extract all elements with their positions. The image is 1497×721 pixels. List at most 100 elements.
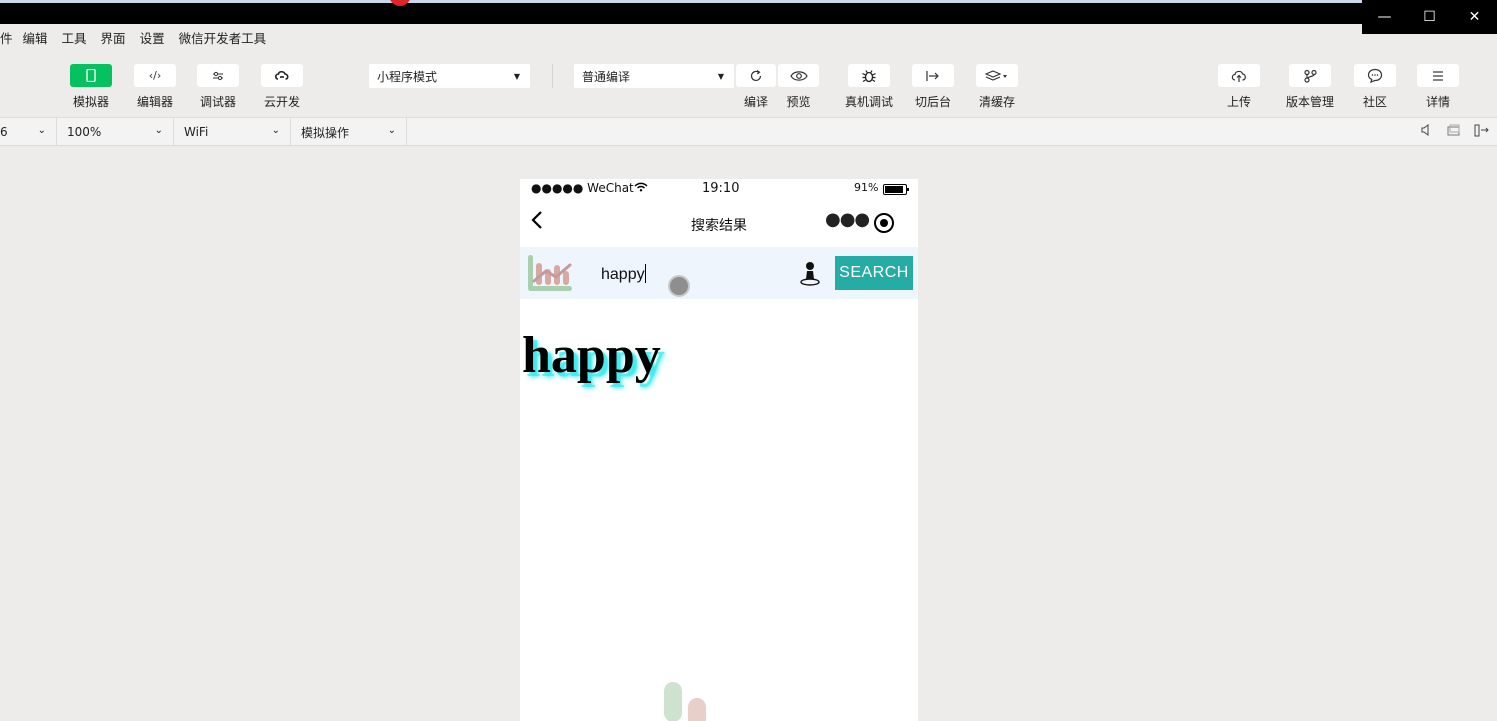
minimize-button[interactable]: — xyxy=(1362,0,1407,34)
simulator-button[interactable]: 模拟器 xyxy=(70,64,112,110)
compile-mode-value: 普通编译 xyxy=(582,69,631,84)
search-button[interactable]: SEARCH xyxy=(835,256,913,290)
volume-icon[interactable] xyxy=(1421,124,1431,139)
community-button[interactable]: 社区 xyxy=(1354,64,1396,110)
clear-cache-label: 清缓存 xyxy=(978,95,1015,109)
background-label: 切后台 xyxy=(914,95,951,109)
refresh-icon xyxy=(736,64,776,87)
touch-cursor xyxy=(668,275,690,297)
result-word: happy xyxy=(522,327,661,384)
editor-button[interactable]: ‹/› 编辑器 xyxy=(134,64,176,110)
caret-down-icon: ▼ xyxy=(513,72,520,81)
exit-arrow-icon xyxy=(912,64,954,87)
version-button[interactable]: 版本管理 xyxy=(1286,64,1334,110)
bug-icon xyxy=(848,64,890,87)
menu-devtools[interactable]: 微信开发者工具 xyxy=(179,28,267,47)
preview-label: 预览 xyxy=(786,95,811,109)
cloud-upload-icon xyxy=(1218,64,1260,87)
search-input[interactable]: happy xyxy=(601,264,646,284)
menu-file[interactable]: 件 xyxy=(0,28,13,47)
debugger-label: 调试器 xyxy=(199,95,236,109)
chevron-down-icon: ⌄ xyxy=(271,125,280,136)
compile-label: 编译 xyxy=(743,95,768,109)
menu-tools[interactable]: 工具 xyxy=(62,28,87,47)
wifi-icon xyxy=(634,181,648,195)
sliders-icon xyxy=(197,64,239,87)
menu-edit[interactable]: 编辑 xyxy=(23,28,48,47)
device-value: 6 xyxy=(0,125,8,139)
minimize-icon: — xyxy=(1377,9,1392,25)
remote-debug-button[interactable]: 真机调试 xyxy=(845,64,893,110)
background-button[interactable]: 切后台 xyxy=(912,64,954,110)
close-icon: ✕ xyxy=(1468,9,1481,25)
close-button[interactable]: ✕ xyxy=(1452,0,1497,34)
chevron-down-icon: ⌄ xyxy=(387,125,396,136)
status-time: 19:10 xyxy=(702,181,740,196)
details-label: 详情 xyxy=(1425,95,1450,109)
device-select[interactable]: 6 ⌄ xyxy=(0,118,57,146)
chevron-down-icon: ⌄ xyxy=(154,125,163,136)
search-input-text: happy xyxy=(601,266,645,283)
network-select[interactable]: WiFi ⌄ xyxy=(174,118,291,146)
person-pin-icon[interactable] xyxy=(800,261,820,287)
main-toolbar: 模拟器 ‹/› 编辑器 调试器 云开发 小程序模式 ▼ 普通编译 ▼ 编译 预览 xyxy=(0,50,1497,118)
cloud-dev-button[interactable]: 云开发 xyxy=(261,64,303,110)
window-titlebar xyxy=(0,0,1497,24)
cloud-dev-label: 云开发 xyxy=(263,95,300,109)
compile-button[interactable]: 编译 xyxy=(736,64,776,110)
more-dots-icon[interactable]: ●●● xyxy=(825,209,870,230)
phone-simulator: ●●●●● WeChat 19:10 91% 搜索结果 ●●● happy SE xyxy=(520,179,918,721)
mode-select[interactable]: 小程序模式 ▼ xyxy=(369,64,530,88)
titlebar-accent-line xyxy=(0,0,1497,3)
eye-icon xyxy=(778,64,819,87)
battery-percent: 91% xyxy=(854,181,879,194)
simulator-options-bar: 6 ⌄ 100% ⌄ WiFi ⌄ 模拟操作 ⌄ xyxy=(0,117,1497,146)
mode-select-value: 小程序模式 xyxy=(377,69,438,84)
debugger-button[interactable]: 调试器 xyxy=(197,64,239,110)
simulate-ops-value: 模拟操作 xyxy=(301,125,350,140)
record-indicator xyxy=(389,0,411,6)
carrier-text: ●●●●● WeChat xyxy=(531,181,634,195)
preview-button[interactable]: 预览 xyxy=(778,64,819,110)
upload-button[interactable]: 上传 xyxy=(1218,64,1260,110)
caret-down-icon: ▼ xyxy=(717,72,724,81)
text-caret xyxy=(644,264,646,283)
capsule-close-icon[interactable] xyxy=(874,213,894,233)
decorative-bars-icon xyxy=(664,682,706,721)
chart-logo-icon xyxy=(528,255,572,291)
menu-bar: 件 编辑 工具 界面 设置 微信开发者工具 xyxy=(0,24,1362,50)
branch-icon xyxy=(1289,64,1331,87)
search-bar: happy SEARCH xyxy=(520,247,918,299)
phone-nav-bar: 搜索结果 ●●● xyxy=(520,203,918,245)
version-label: 版本管理 xyxy=(1286,95,1335,109)
phone-status-bar: ●●●●● WeChat 19:10 91% xyxy=(520,179,918,199)
network-value: WiFi xyxy=(184,125,209,139)
upload-label: 上传 xyxy=(1226,95,1251,109)
menu-settings[interactable]: 设置 xyxy=(140,28,165,47)
maximize-icon: ☐ xyxy=(1423,9,1436,25)
chat-bubble-icon xyxy=(1354,64,1396,87)
toolbar-divider xyxy=(552,64,553,88)
code-icon: ‹/› xyxy=(134,64,176,87)
menu-lines-icon xyxy=(1417,64,1459,87)
detach-icon[interactable] xyxy=(1474,124,1490,140)
details-button[interactable]: 详情 xyxy=(1417,64,1459,110)
menu-view[interactable]: 界面 xyxy=(101,28,126,47)
community-label: 社区 xyxy=(1362,95,1387,109)
maximize-button[interactable]: ☐ xyxy=(1407,0,1452,34)
simulator-label: 模拟器 xyxy=(72,95,109,109)
editor-label: 编辑器 xyxy=(136,95,173,109)
cloud-link-icon xyxy=(261,64,303,87)
window-mode-icon[interactable] xyxy=(1447,124,1460,139)
layers-icon xyxy=(976,64,1018,87)
simulate-ops-select[interactable]: 模拟操作 ⌄ xyxy=(291,118,407,146)
zoom-value: 100% xyxy=(67,125,102,139)
carrier-label: ●●●●● WeChat xyxy=(531,181,648,195)
zoom-select[interactable]: 100% ⌄ xyxy=(57,118,174,146)
chevron-down-icon: ⌄ xyxy=(37,125,46,136)
battery-icon xyxy=(883,184,909,195)
remote-debug-label: 真机调试 xyxy=(845,95,894,109)
compile-mode-select[interactable]: 普通编译 ▼ xyxy=(574,64,734,88)
battery-fill xyxy=(885,186,903,193)
clear-cache-button[interactable]: 清缓存 xyxy=(976,64,1018,110)
